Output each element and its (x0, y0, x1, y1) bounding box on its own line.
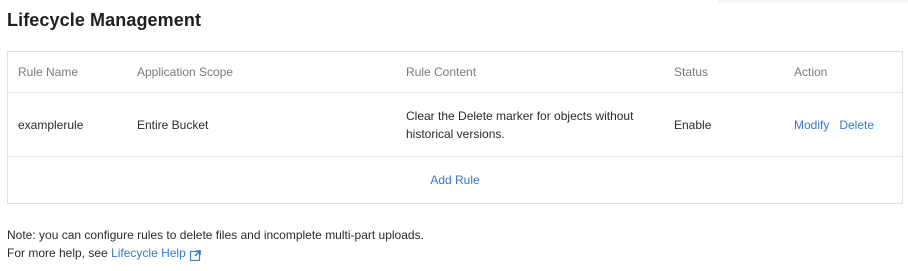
lifecycle-rules-table: Rule Name Application Scope Rule Content… (7, 51, 903, 204)
delete-rule-link[interactable]: Delete (839, 118, 874, 132)
add-rule-row: Add Rule (8, 157, 902, 203)
help-notes: Note: you can configure rules to delete … (7, 226, 424, 262)
rule-name-cell: examplerule (18, 117, 84, 132)
note-text: Note: you can configure rules to delete … (7, 228, 424, 242)
header-rule-name: Rule Name (18, 65, 79, 79)
rule-content-cell: Clear the Delete marker for objects with… (406, 108, 634, 141)
table-header-row: Rule Name Application Scope Rule Content… (8, 52, 902, 93)
page-title: Lifecycle Management (7, 10, 202, 30)
application-scope-cell: Entire Bucket (137, 117, 209, 132)
help-line: For more help, see Lifecycle Help (7, 244, 424, 262)
lifecycle-page: Lifecycle Management Rule Name Applicati… (0, 0, 908, 271)
external-link-icon[interactable] (189, 248, 201, 261)
help-prefix: For more help, see (7, 246, 108, 260)
lifecycle-help-link[interactable]: Lifecycle Help (111, 244, 186, 262)
top-edge-shadow (718, 0, 908, 4)
status-cell: Enable (674, 117, 712, 132)
header-application-scope: Application Scope (137, 65, 234, 79)
add-rule-container: Add Rule (8, 157, 902, 203)
header-status: Status (674, 65, 709, 79)
header-action: Action (794, 65, 828, 79)
modify-rule-link[interactable]: Modify (794, 118, 829, 132)
header-rule-content: Rule Content (406, 65, 477, 79)
add-rule-link[interactable]: Add Rule (430, 173, 479, 187)
action-cell: Modify Delete (794, 93, 904, 156)
table-row: examplerule Entire Bucket Clear the Dele… (8, 93, 902, 157)
